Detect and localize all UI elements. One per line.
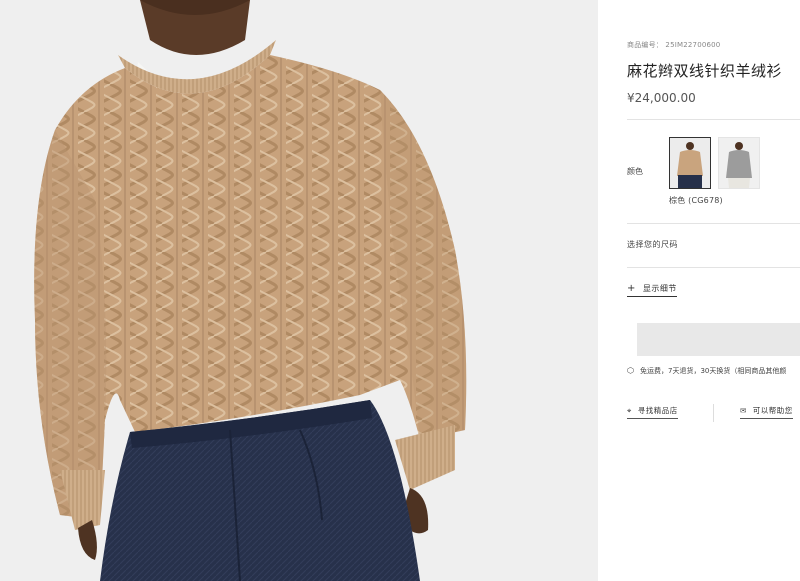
- add-to-bag-button[interactable]: [637, 323, 800, 356]
- mail-icon: ✉: [740, 406, 747, 415]
- link-separator: [713, 404, 714, 422]
- color-label: 颜色: [627, 167, 643, 176]
- product-info-panel: 商品编号： 25IM22700600 麻花辫双线针织羊绒衫 ¥24,000.00…: [598, 0, 800, 581]
- product-price: ¥24,000.00: [627, 91, 696, 105]
- product-photo-illustration: [0, 0, 598, 581]
- location-pin-icon: ⌖: [627, 406, 632, 415]
- shipping-info: ⬡ 免运费，7天退货，30天换货（相同商品其他颜: [627, 366, 786, 376]
- product-code: 商品编号： 25IM22700600: [627, 41, 721, 49]
- color-swatch-beige[interactable]: [669, 137, 711, 189]
- divider: [627, 267, 800, 268]
- find-store-link[interactable]: ⌖ 寻找精品店: [627, 405, 678, 419]
- swatch-thumbnail-beige: [670, 138, 710, 188]
- divider: [627, 119, 800, 120]
- show-details-label: 显示细节: [642, 284, 677, 293]
- contact-link[interactable]: ✉ 可以帮助您: [740, 405, 793, 419]
- shipping-text: 免运费，7天退货，30天换货（相同商品其他颜: [639, 367, 787, 375]
- show-details-button[interactable]: + 显示细节: [627, 283, 677, 297]
- package-icon: ⬡: [627, 366, 634, 375]
- plus-icon: +: [627, 283, 636, 294]
- size-selector[interactable]: 选择您的尺码: [627, 239, 678, 250]
- contact-label: 可以帮助您: [752, 406, 793, 415]
- product-image[interactable]: [0, 0, 598, 581]
- color-swatch-grey[interactable]: [718, 137, 760, 189]
- swatch-thumbnail-grey: [719, 138, 759, 188]
- product-title: 麻花辫双线针织羊绒衫: [627, 62, 783, 80]
- find-store-label: 寻找精品店: [637, 406, 678, 415]
- divider: [627, 223, 800, 224]
- selected-color-name: 棕色 (CG678): [669, 196, 723, 205]
